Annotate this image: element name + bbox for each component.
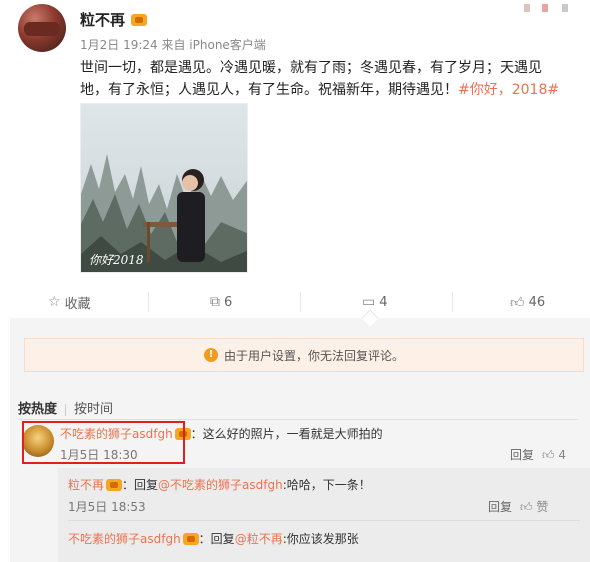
reply-mention[interactable]: @不吃素的狮子asdfgh (158, 478, 283, 492)
reply-author-name[interactable]: 粒不再 (68, 478, 104, 492)
star-icon: ☆ (48, 294, 61, 310)
repost-icon: ⧉ (210, 294, 220, 310)
reply-line: 不吃素的狮子asdfgh ：回复@粒不再:你应该发那张 (68, 532, 359, 546)
comment-section: ! 由于用户设置，你无法回复评论。 按热度 按时间 不吃素的狮子asdfgh ：这么好… (10, 318, 590, 562)
thumb-up-icon: 👍︎ (542, 448, 555, 462)
reply-author-name[interactable]: 不吃素的狮子asdfgh (68, 532, 181, 546)
reply-thread: 粒不再 ：回复@不吃素的狮子asdfgh:哈哈，下一条！ 1月5日 18:53 回… (58, 468, 590, 562)
post-meta: 1月2日 19:24 来自 iPhone客户端 (80, 38, 266, 52)
reply-mention[interactable]: @粒不再 (235, 532, 283, 546)
thumb-up-icon: 👍︎ (520, 500, 533, 514)
vip-crown-icon (106, 478, 123, 491)
comment-icon: ▭ (362, 294, 376, 310)
action-divider (148, 292, 149, 312)
post-author-name[interactable]: 粒不再 (80, 9, 148, 30)
reply-ops: 回复 👍︎ 赞 (488, 498, 548, 515)
reply-line: 粒不再 ：回复@不吃素的狮子asdfgh:哈哈，下一条！ (68, 478, 371, 492)
post-photo[interactable]: 你好2018 (80, 103, 248, 273)
post-text-line2: 地，有了永恒；人遇见人，有了生命。祝福新年，期待遇见！#你好，2018# (80, 82, 560, 98)
highlight-box (22, 421, 185, 464)
vip-crown-icon (131, 13, 148, 26)
reply-date: 1月5日 18:53 (68, 500, 146, 514)
reply-reply-button[interactable]: 回复 (488, 500, 512, 514)
post-author-avatar[interactable] (18, 4, 66, 52)
sort-divider (65, 403, 67, 416)
repost-button[interactable]: ⧉ 6 (210, 286, 232, 318)
divider (68, 520, 580, 521)
post-text: 世间一切，都是遇见。冷遇见暖，就有了雨；冬遇见春，有了岁月；天遇见 地，有了永恒… (80, 57, 576, 101)
sort-by-time-tab[interactable]: 按时间 (74, 402, 113, 417)
reply-like-button[interactable]: 👍︎ 赞 (520, 498, 548, 515)
photo-watermark: 你好2018 (89, 253, 144, 267)
warning-icon: ! (203, 348, 218, 362)
post-text-line1: 世间一切，都是遇见。冷遇见暖，就有了雨；冬遇见春，有了岁月；天遇见 (80, 60, 542, 76)
favorite-button[interactable]: ☆ 收藏 (48, 286, 91, 318)
post-menu-decoration (516, 4, 576, 12)
divider (18, 419, 578, 420)
action-divider (452, 292, 453, 312)
post-action-bar: ☆ 收藏 ⧉ 6 ▭ 4 👍︎ 46 (10, 286, 590, 318)
like-button[interactable]: 👍︎ 46 (510, 286, 545, 318)
thumb-up-icon: 👍︎ (510, 294, 525, 311)
comment-sort-tabs: 按热度 按时间 (18, 398, 113, 417)
vip-crown-icon (182, 532, 199, 545)
comment-text: ：这么好的照片，一看就是大师拍的 (190, 427, 383, 441)
comment-ops: 回复 👍︎ 4 (510, 446, 566, 463)
sort-by-hot-tab[interactable]: 按热度 (18, 402, 57, 417)
hashtag-link[interactable]: #你好，2018# (458, 82, 559, 98)
reply-disabled-notice: ! 由于用户设置，你无法回复评论。 (24, 338, 584, 372)
comment-reply-button[interactable]: 回复 (510, 448, 534, 462)
comment-like-button[interactable]: 👍︎ 4 (542, 448, 566, 463)
action-divider (300, 292, 301, 312)
